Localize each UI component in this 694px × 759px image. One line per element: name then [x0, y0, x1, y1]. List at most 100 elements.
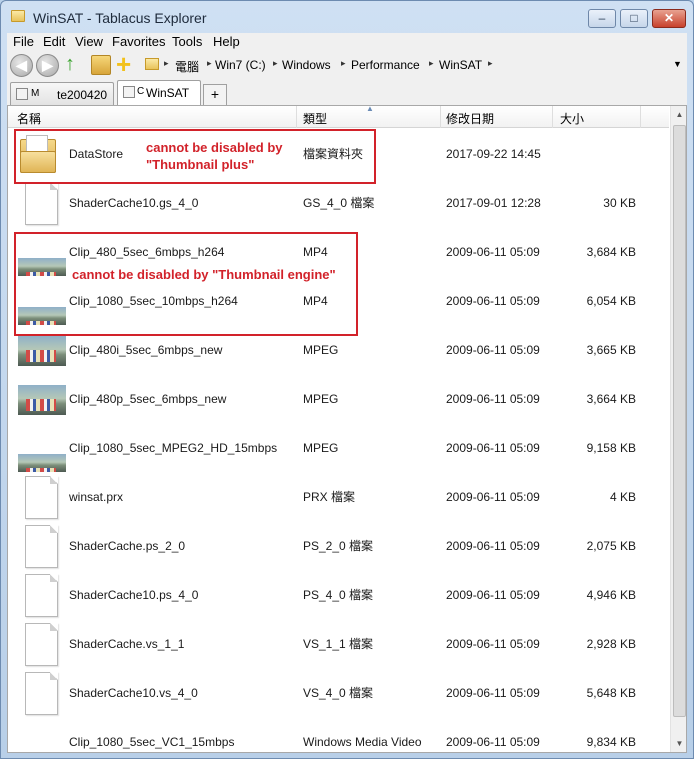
file-type: VS_4_0 檔案 — [303, 686, 374, 700]
column-divider[interactable] — [440, 106, 441, 128]
window-title: WinSAT - Tablacus Explorer — [33, 10, 207, 26]
chevron-right-icon[interactable]: ▸ — [429, 58, 434, 69]
file-size: 2,928 KB — [586, 637, 636, 651]
title-bar[interactable]: WinSAT - Tablacus Explorer – □ ✕ — [1, 1, 693, 33]
scroll-up-button[interactable]: ▲ — [671, 106, 686, 123]
file-type: PS_2_0 檔案 — [303, 539, 374, 553]
vertical-scrollbar[interactable]: ▲ ▼ — [670, 106, 686, 752]
file-name: ShaderCache10.gs_4_0 — [69, 196, 199, 210]
column-date[interactable]: 修改日期 — [446, 110, 494, 127]
tab-prefix: M — [31, 88, 40, 99]
file-row[interactable]: ShaderCache10.vs_4_0 VS_4_0 檔案 2009-06-11 … — [8, 669, 669, 718]
tab-te200420[interactable]: M te200420 — [10, 82, 114, 105]
file-row[interactable]: ShaderCache.vs_1_1 VS_1_1 檔案 2009-06-11 05… — [8, 620, 669, 669]
address-dropdown-icon[interactable]: ▼ — [673, 59, 682, 69]
document-icon — [25, 574, 58, 617]
file-row[interactable]: ShaderCache10.ps_4_0 PS_4_0 檔案 2009-06-11 … — [8, 571, 669, 620]
menu-tools[interactable]: Tools — [172, 34, 202, 49]
file-date: 2009-06-11 05:09 — [446, 245, 540, 259]
explorer-window: WinSAT - Tablacus Explorer – □ ✕ File Ed… — [0, 0, 694, 759]
menu-view[interactable]: View — [75, 34, 103, 49]
file-type: GS_4_0 檔案 — [303, 196, 375, 210]
menu-edit[interactable]: Edit — [43, 34, 65, 49]
annotation-text: cannot be disabled by — [146, 140, 283, 155]
chevron-right-icon[interactable]: ▸ — [488, 58, 493, 69]
tab-winsat[interactable]: C WinSAT — [117, 80, 201, 106]
file-row[interactable]: winsat.prx PRX 檔案 2009-06-11 05:09 4 KB — [8, 473, 669, 522]
breadcrumb-computer[interactable]: 電腦 — [175, 58, 199, 75]
maximize-button[interactable]: □ — [620, 9, 648, 28]
breadcrumb-windows[interactable]: Windows — [282, 58, 331, 72]
file-date: 2017-09-01 12:28 — [446, 196, 541, 210]
minimize-button[interactable]: – — [588, 9, 616, 28]
file-row[interactable]: ShaderCache10.gs_4_0 GS_4_0 檔案 2017-09-01 … — [8, 179, 669, 228]
chevron-right-icon[interactable]: ▸ — [273, 58, 278, 69]
tab-label: WinSAT — [146, 86, 190, 100]
scroll-thumb[interactable] — [673, 125, 686, 717]
column-divider[interactable] — [296, 106, 297, 128]
video-thumbnail-icon — [18, 385, 66, 415]
file-date: 2009-06-11 05:09 — [446, 343, 540, 357]
file-row[interactable]: ShaderCache.ps_2_0 PS_2_0 檔案 2009-06-11 05… — [8, 522, 669, 571]
menu-favorites[interactable]: Favorites — [112, 34, 165, 49]
folder-icon — [123, 86, 135, 98]
file-date: 2017-09-22 14:45 — [446, 147, 541, 161]
document-icon — [25, 672, 58, 715]
file-size: 3,665 KB — [586, 343, 636, 357]
file-date: 2009-06-11 05:09 — [446, 686, 540, 700]
breadcrumb-performance[interactable]: Performance — [351, 58, 420, 72]
file-date: 2009-06-11 05:09 — [446, 441, 540, 455]
sort-arrow-icon: ▲ — [366, 105, 374, 113]
column-divider[interactable] — [552, 106, 553, 128]
file-date: 2009-06-11 05:09 — [446, 490, 540, 504]
file-type: MPEG — [303, 441, 339, 455]
annotation-text: cannot be disabled by "Thumbnail engine" — [72, 267, 336, 282]
file-size: 9,158 KB — [586, 441, 636, 455]
chevron-right-icon[interactable]: ▸ — [341, 58, 346, 69]
document-icon — [25, 476, 58, 519]
video-thumbnail-icon — [18, 336, 66, 366]
menu-bar: File Edit View Favorites Tools Help — [7, 33, 687, 51]
close-button[interactable]: ✕ — [652, 9, 686, 28]
tab-label: te200420 — [57, 88, 108, 102]
file-type: PRX 檔案 — [303, 490, 356, 504]
file-type: PS_4_0 檔案 — [303, 588, 374, 602]
column-name[interactable]: 名稱 — [17, 110, 41, 127]
file-date: 2009-06-11 05:09 — [446, 539, 540, 553]
file-date: 2009-06-11 05:09 — [446, 392, 540, 406]
column-header: 名稱 ▲ 類型 修改日期 大小 — [8, 106, 669, 128]
file-size: 4,946 KB — [586, 588, 636, 602]
breadcrumb-drive[interactable]: Win7 (C:) — [215, 58, 266, 72]
file-size: 3,684 KB — [586, 245, 636, 259]
file-row[interactable]: Clip_1080_5sec_VC1_15mbps Windows Media V… — [8, 718, 669, 752]
file-date: 2009-06-11 05:09 — [446, 588, 540, 602]
folders-icon[interactable] — [91, 55, 111, 75]
file-name: Clip_1080_5sec_MPEG2_HD_15mbps — [69, 441, 278, 455]
menu-file[interactable]: File — [13, 34, 34, 49]
toolbar: ◀ ▶ ↑ + ▸ 電腦 ▸ Win7 (C:) ▸ Windows ▸ Per… — [7, 51, 687, 79]
document-icon — [25, 525, 58, 568]
back-button[interactable]: ◀ — [10, 54, 33, 77]
chevron-right-icon[interactable]: ▸ — [207, 58, 212, 69]
breadcrumb-winsat[interactable]: WinSAT — [439, 58, 482, 72]
file-row[interactable]: Clip_1080_5sec_MPEG2_HD_15mbps MPEG 2009-0… — [8, 424, 669, 473]
tab-prefix: C — [137, 86, 145, 97]
file-date: 2009-06-11 05:09 — [446, 294, 540, 308]
chevron-right-icon[interactable]: ▸ — [164, 58, 169, 69]
up-arrow-icon[interactable]: ↑ — [65, 53, 87, 77]
file-name: Clip_480p_5sec_6mbps_new — [69, 392, 227, 406]
document-icon — [25, 623, 58, 666]
column-type[interactable]: 類型 — [303, 110, 327, 127]
new-tab-plus-icon[interactable]: + — [116, 51, 131, 77]
add-tab-button[interactable]: + — [203, 84, 227, 105]
file-date: 2009-06-11 05:09 — [446, 637, 540, 651]
file-name: Clip_1080_5sec_VC1_15mbps — [69, 735, 235, 749]
scroll-down-button[interactable]: ▼ — [671, 735, 686, 752]
file-row[interactable]: Clip_480p_5sec_6mbps_new MPEG 2009-06-11 0… — [8, 375, 669, 424]
menu-help[interactable]: Help — [213, 34, 240, 49]
forward-button[interactable]: ▶ — [36, 54, 59, 77]
file-size: 30 KB — [603, 196, 636, 210]
column-size[interactable]: 大小 — [560, 110, 584, 127]
column-divider[interactable] — [640, 106, 641, 128]
file-name: winsat.prx — [69, 490, 124, 504]
